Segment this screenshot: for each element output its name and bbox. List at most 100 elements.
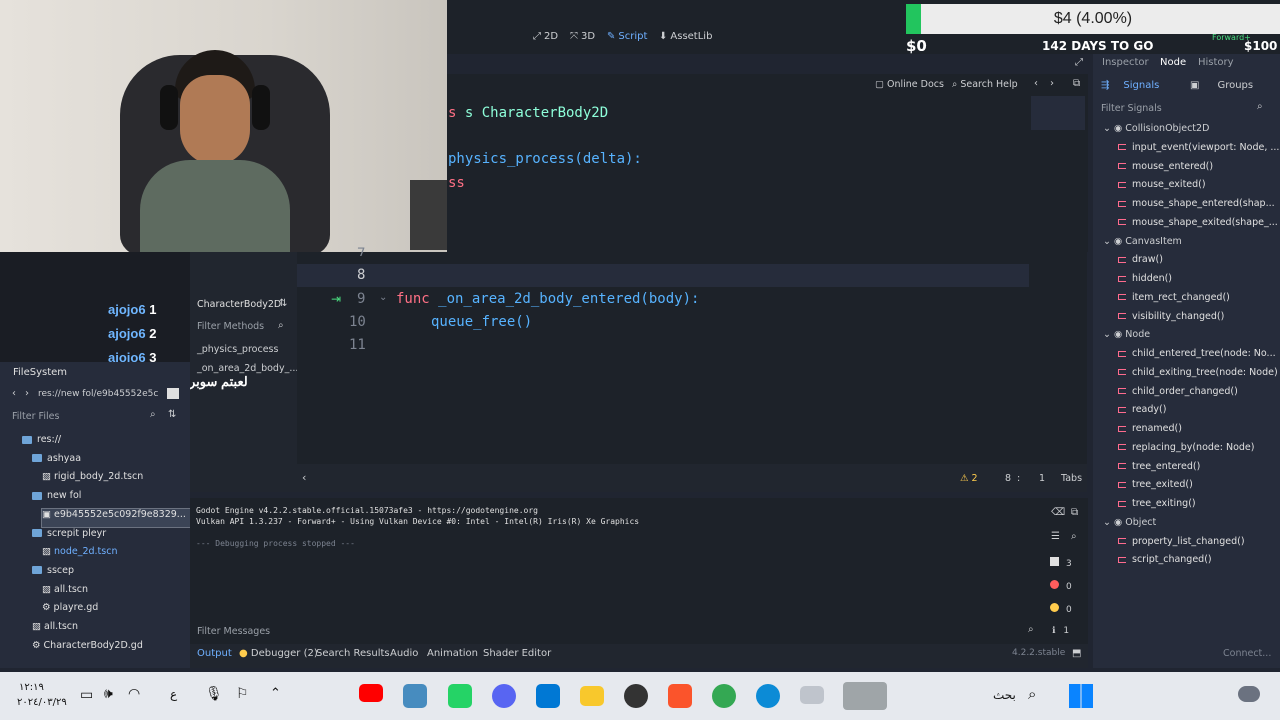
discord-icon[interactable] [492, 684, 516, 708]
online-docs-button[interactable]: ▢ Online Docs [875, 79, 944, 90]
signal-item[interactable]: tree_exiting() [1118, 498, 1280, 517]
filter-messages-input[interactable]: Filter Messages [197, 626, 270, 637]
file-explorer-icon[interactable] [580, 686, 604, 706]
signal-item[interactable]: mouse_shape_entered(shap... [1118, 198, 1280, 217]
tab-output[interactable]: Output [197, 648, 232, 659]
warning-count[interactable]: 0 [1050, 603, 1072, 615]
file-tree-item[interactable]: ▧ all.tscn [32, 621, 78, 639]
signal-item[interactable]: mouse_entered() [1118, 161, 1280, 180]
clock-date[interactable]: ٢٠٢٤/٠٣/٢٩ [17, 697, 67, 708]
signal-item[interactable]: child_exiting_tree(node: Node) [1118, 367, 1280, 386]
file-tree-item[interactable]: ▣ e9b45552e5c092f9e8329... [41, 507, 193, 528]
search-toggle-icon[interactable]: ⌕ [1071, 531, 1077, 542]
file-tree-item[interactable]: sscep [32, 565, 74, 583]
filter-signals-input[interactable]: Filter Signals [1101, 103, 1162, 114]
file-tree-item[interactable]: ▧ all.tscn [42, 584, 88, 602]
tab-node[interactable]: Node [1160, 57, 1186, 68]
cloud-icon[interactable] [1238, 686, 1260, 702]
signal-item[interactable]: replacing_by(node: Node) [1118, 442, 1280, 461]
connect-button[interactable]: Connect... [1223, 648, 1271, 659]
subtab-groups[interactable]: ▣ Groups [1190, 80, 1280, 98]
whatsapp-icon[interactable] [448, 684, 472, 708]
taskbar-search-label[interactable]: بحث [993, 688, 1016, 702]
signal-item[interactable]: visibility_changed() [1118, 311, 1280, 330]
store-icon[interactable] [536, 684, 560, 708]
youtube-icon[interactable] [359, 684, 383, 702]
file-tree-item[interactable]: screpit pleyr [32, 528, 106, 546]
signal-item[interactable]: child_entered_tree(node: No... [1118, 348, 1280, 367]
file-tree-item[interactable]: new fol [32, 490, 81, 508]
workspace-script-button[interactable]: ✎ Script [607, 31, 647, 42]
float-window-icon[interactable]: ⧉ [1073, 78, 1080, 89]
file-tree-item[interactable]: res:// [22, 434, 61, 452]
search-help-button[interactable]: ⌕ Search Help [952, 79, 1018, 90]
connection-slot-icon[interactable]: ⇥ [331, 292, 341, 306]
message-count[interactable]: 3 [1050, 557, 1072, 569]
signal-item[interactable]: renamed() [1118, 423, 1280, 442]
signal-item[interactable]: script_changed() [1118, 554, 1280, 573]
widget-image[interactable] [843, 682, 887, 710]
workspace-2d-button[interactable]: ⤢ 2D [533, 31, 558, 42]
copy-icon[interactable]: ⧉ [1071, 507, 1078, 518]
language-indicator[interactable]: ع [170, 687, 177, 701]
code-editor-top[interactable]: s s CharacterBody2D physics_process(delt… [447, 96, 1088, 252]
tab-animation[interactable]: Animation [427, 648, 478, 659]
brave-icon[interactable] [668, 684, 692, 708]
file-tree-item[interactable]: ▧ rigid_body_2d.tscn [42, 471, 143, 489]
indent-mode[interactable]: Tabs [1061, 473, 1082, 484]
signal-item[interactable]: item_rect_changed() [1118, 292, 1280, 311]
obs-icon[interactable] [624, 684, 648, 708]
workspace-3d-button[interactable]: ⤧ 3D [570, 31, 595, 42]
volume-icon[interactable]: 🕪 [104, 686, 113, 702]
app-window-icon[interactable] [800, 686, 824, 704]
chevron-up-icon[interactable]: ⌃ [270, 686, 281, 701]
signal-item[interactable]: input_event(viewport: Node, ... [1118, 142, 1280, 161]
sort-icon[interactable]: ⇅ [279, 298, 287, 309]
warning-count[interactable]: ⚠ 2 [960, 473, 978, 484]
tab-debugger[interactable]: ● Debugger (2) [239, 648, 318, 659]
signal-item[interactable]: child_order_changed() [1118, 386, 1280, 405]
toggle-scripts-panel-icon[interactable]: ‹ [302, 471, 306, 484]
subtab-signals[interactable]: ⇶ Signals [1101, 80, 1188, 98]
edge-icon[interactable] [756, 684, 780, 708]
signal-item[interactable]: hidden() [1118, 273, 1280, 292]
signal-item[interactable]: ready() [1118, 404, 1280, 423]
signal-group[interactable]: ⌄ ◉ CollisionObject2D [1103, 123, 1280, 142]
filesystem-tab[interactable]: FileSystem [13, 367, 67, 378]
signal-item[interactable]: mouse_shape_exited(shape_... [1118, 217, 1280, 236]
workspace-assetlib-button[interactable]: ⬇ AssetLib [659, 31, 712, 42]
godot-icon[interactable] [403, 684, 427, 708]
path-field[interactable]: res://new fol/e9b45552e5c [38, 389, 160, 399]
windows-start-icon[interactable] [1069, 684, 1093, 708]
tab-history[interactable]: History [1198, 57, 1234, 68]
signal-item[interactable]: tree_entered() [1118, 461, 1280, 480]
app-tray-icon[interactable]: ⚐ [236, 686, 249, 702]
nav-back-icon[interactable]: ‹ [12, 388, 16, 399]
clear-output-icon[interactable]: ⌫ [1051, 507, 1065, 518]
fold-icon[interactable]: ⌄ [379, 292, 387, 303]
filter-toggle-icon[interactable]: ☰ [1051, 531, 1060, 542]
expand-panel-icon[interactable]: ⬒ [1072, 648, 1081, 659]
tab-audio[interactable]: Audio [390, 648, 418, 659]
split-mode-icon[interactable] [167, 388, 179, 399]
search-icon[interactable]: ⌕ [1028, 685, 1036, 703]
file-tree-item[interactable]: ⚙ CharacterBody2D.gd [32, 640, 143, 658]
signal-item[interactable]: mouse_exited() [1118, 179, 1280, 198]
tab-inspector[interactable]: Inspector [1102, 57, 1149, 68]
signal-group[interactable]: ⌄ ◉ Node [1103, 329, 1280, 348]
signal-item[interactable]: property_list_changed() [1118, 536, 1280, 555]
tab-shader-editor[interactable]: Shader Editor [483, 648, 551, 659]
file-tree-item[interactable]: ashyaa [32, 453, 81, 471]
sort-icon[interactable]: ⇅ [168, 409, 176, 420]
signal-item[interactable]: draw() [1118, 254, 1280, 273]
clock-time[interactable]: ١٢:١٩ [19, 682, 44, 693]
nav-forward-icon[interactable]: › [25, 388, 29, 399]
signal-group[interactable]: ⌄ ◉ CanvasItem [1103, 236, 1280, 255]
file-tree-item[interactable]: ⚙ playre.gd [42, 602, 98, 620]
history-forward-icon[interactable]: › [1050, 78, 1054, 89]
distraction-free-icon[interactable]: ⤢ [1075, 57, 1083, 68]
error-count[interactable]: 0 [1050, 580, 1072, 592]
wifi-icon[interactable]: ◠ [128, 686, 140, 702]
chrome-icon[interactable] [712, 684, 736, 708]
signal-item[interactable]: tree_exited() [1118, 479, 1280, 498]
